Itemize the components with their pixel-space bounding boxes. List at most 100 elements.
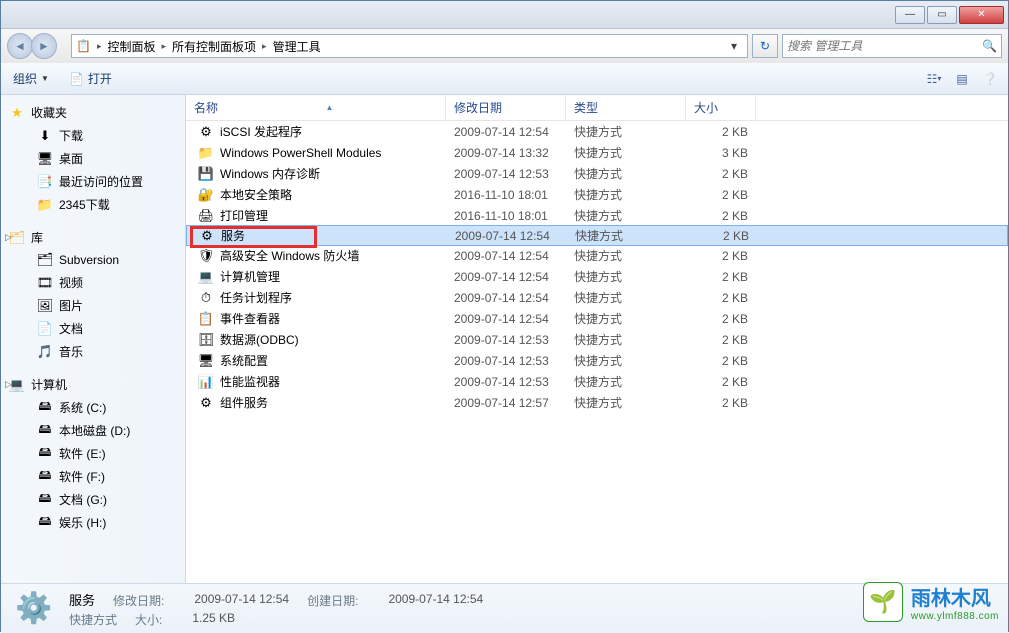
file-date: 2009-07-14 12:54	[446, 270, 566, 284]
file-type: 快捷方式	[566, 123, 686, 140]
file-row[interactable]: 🖥系统配置 2009-07-14 12:53 快捷方式 2 KB	[186, 350, 1008, 371]
file-date: 2009-07-14 12:54	[446, 125, 566, 139]
organize-button[interactable]: 组织▼	[9, 68, 53, 89]
minimize-button[interactable]: —	[895, 6, 925, 24]
file-size: 2 KB	[686, 209, 756, 223]
file-type: 快捷方式	[566, 289, 686, 306]
chevron-right-icon[interactable]: ▸	[262, 41, 267, 52]
file-row[interactable]: ⚙组件服务 2009-07-14 12:57 快捷方式 2 KB	[186, 392, 1008, 413]
sidebar-item-library[interactable]: 🗂Subversion	[1, 249, 185, 271]
preview-pane-button[interactable]: ▤	[952, 69, 972, 89]
forward-button[interactable]: ►	[31, 33, 57, 59]
sidebar-item-drive[interactable]: 🖴本地磁盘 (D:)	[1, 419, 185, 442]
file-name: Windows PowerShell Modules	[220, 146, 381, 160]
refresh-button[interactable]: ↻	[752, 34, 778, 58]
view-options-button[interactable]: ☷ ▾	[924, 69, 944, 89]
file-row[interactable]: 💻计算机管理 2009-07-14 12:54 快捷方式 2 KB	[186, 266, 1008, 287]
file-date: 2009-07-14 12:54	[446, 312, 566, 326]
column-date[interactable]: 修改日期	[446, 95, 566, 120]
sidebar-item-drive[interactable]: 🖴娱乐 (H:)	[1, 511, 185, 534]
file-type: 快捷方式	[566, 247, 686, 264]
sidebar-item-library[interactable]: 🎞视频	[1, 271, 185, 294]
file-row[interactable]: 🗄数据源(ODBC) 2009-07-14 12:53 快捷方式 2 KB	[186, 329, 1008, 350]
details-size-value: 1.25 KB	[192, 611, 235, 628]
file-icon: 💾	[198, 166, 214, 182]
sidebar-item-library[interactable]: 🎵音乐	[1, 340, 185, 363]
watermark: 🌱 雨林木风 www.ylmf888.com	[863, 582, 999, 622]
file-row[interactable]: ⏱任务计划程序 2009-07-14 12:54 快捷方式 2 KB	[186, 287, 1008, 308]
file-row[interactable]: 🖨打印管理 2016-11-10 18:01 快捷方式 2 KB	[186, 205, 1008, 226]
sidebar-item-favorite[interactable]: 📑最近访问的位置	[1, 170, 185, 193]
maximize-button[interactable]: ▭	[927, 6, 957, 24]
help-button[interactable]: ❔	[980, 69, 1000, 89]
address-bar[interactable]: 📋 ▸ 控制面板 ▸ 所有控制面板项 ▸ 管理工具 ▾	[71, 34, 748, 58]
address-dropdown-icon[interactable]: ▾	[725, 39, 743, 53]
libraries-header[interactable]: ▷ 🗂 库	[1, 226, 185, 249]
file-size: 2 KB	[686, 125, 756, 139]
file-size: 2 KB	[686, 312, 756, 326]
file-row[interactable]: 📊性能监视器 2009-07-14 12:53 快捷方式 2 KB	[186, 371, 1008, 392]
file-list-area: 名称▲ 修改日期 类型 大小 ⚙iSCSI 发起程序 2009-07-14 12…	[186, 95, 1008, 583]
search-box[interactable]: 🔍	[782, 34, 1002, 58]
file-name: 性能监视器	[220, 373, 280, 390]
chevron-right-icon[interactable]: ▷	[5, 232, 12, 243]
details-subtitle: 快捷方式	[69, 611, 117, 628]
file-date: 2009-07-14 12:54	[447, 229, 567, 243]
computer-header[interactable]: ▷ 💻 计算机	[1, 373, 185, 396]
search-input[interactable]	[787, 39, 978, 53]
file-size: 2 KB	[686, 291, 756, 305]
sidebar-item-library[interactable]: 🖼图片	[1, 294, 185, 317]
file-icon: 🗄	[198, 332, 214, 348]
file-row[interactable]: 💾Windows 内存诊断 2009-07-14 12:53 快捷方式 2 KB	[186, 163, 1008, 184]
tree-item-label: 最近访问的位置	[59, 173, 143, 190]
sidebar-item-drive[interactable]: 🖴软件 (F:)	[1, 465, 185, 488]
breadcrumb-seg-0[interactable]: 控制面板	[107, 38, 155, 55]
file-row[interactable]: ⚙iSCSI 发起程序 2009-07-14 12:54 快捷方式 2 KB	[186, 121, 1008, 142]
chevron-right-icon[interactable]: ▸	[97, 41, 102, 52]
tree-item-label: 文档	[59, 320, 83, 337]
sidebar-item-library[interactable]: 📄文档	[1, 317, 185, 340]
file-row[interactable]: 🔐本地安全策略 2016-11-10 18:01 快捷方式 2 KB	[186, 184, 1008, 205]
file-size: 2 KB	[687, 229, 757, 243]
favorites-header[interactable]: ★ 收藏夹	[1, 101, 185, 124]
back-button[interactable]: ◄	[7, 33, 33, 59]
tree-item-icon: 🖴	[37, 400, 53, 416]
tree-item-icon: 🖴	[37, 446, 53, 462]
tree-item-icon: 🖴	[37, 423, 53, 439]
sidebar-item-drive[interactable]: 🖴软件 (E:)	[1, 442, 185, 465]
tree-item-label: 桌面	[59, 150, 83, 167]
tree-item-icon: 🖴	[37, 492, 53, 508]
file-row[interactable]: 🛡高级安全 Windows 防火墙 2009-07-14 12:54 快捷方式 …	[186, 245, 1008, 266]
close-button[interactable]: ✕	[959, 6, 1004, 24]
tree-item-icon: 🖴	[37, 515, 53, 531]
open-button[interactable]: 📄打开	[65, 68, 116, 89]
details-create-value: 2009-07-14 12:54	[388, 592, 483, 609]
details-mod-value: 2009-07-14 12:54	[194, 592, 289, 609]
breadcrumb-seg-2[interactable]: 管理工具	[273, 38, 321, 55]
chevron-right-icon[interactable]: ▸	[162, 41, 167, 52]
sidebar-item-drive[interactable]: 🖴文档 (G:)	[1, 488, 185, 511]
tree-item-label: Subversion	[59, 253, 119, 267]
sidebar-item-drive[interactable]: 🖴系统 (C:)	[1, 396, 185, 419]
file-name: Windows 内存诊断	[220, 165, 320, 182]
column-size[interactable]: 大小	[686, 95, 756, 120]
sidebar-item-favorite[interactable]: 🖥桌面	[1, 147, 185, 170]
breadcrumb-seg-1[interactable]: 所有控制面板项	[172, 38, 256, 55]
file-row[interactable]: 📁Windows PowerShell Modules 2009-07-14 1…	[186, 142, 1008, 163]
column-type[interactable]: 类型	[566, 95, 686, 120]
file-date: 2016-11-10 18:01	[446, 209, 566, 223]
file-row[interactable]: 📋事件查看器 2009-07-14 12:54 快捷方式 2 KB	[186, 308, 1008, 329]
file-name: 计算机管理	[220, 268, 280, 285]
tree-item-icon: 🖴	[37, 469, 53, 485]
tree-item-label: 下载	[59, 127, 83, 144]
search-icon[interactable]: 🔍	[982, 39, 997, 53]
tree-item-icon: ⬇	[37, 128, 53, 144]
sidebar-item-favorite[interactable]: 📁2345下载	[1, 193, 185, 216]
file-row[interactable]: ⚙服务 2009-07-14 12:54 快捷方式 2 KB	[186, 225, 1008, 246]
chevron-right-icon[interactable]: ▷	[5, 379, 12, 390]
tree-item-icon: 📁	[37, 197, 53, 213]
file-icon: 📊	[198, 374, 214, 390]
sidebar-item-favorite[interactable]: ⬇ 下载	[1, 124, 185, 147]
column-name[interactable]: 名称▲	[186, 95, 446, 120]
file-name: 打印管理	[220, 207, 268, 224]
